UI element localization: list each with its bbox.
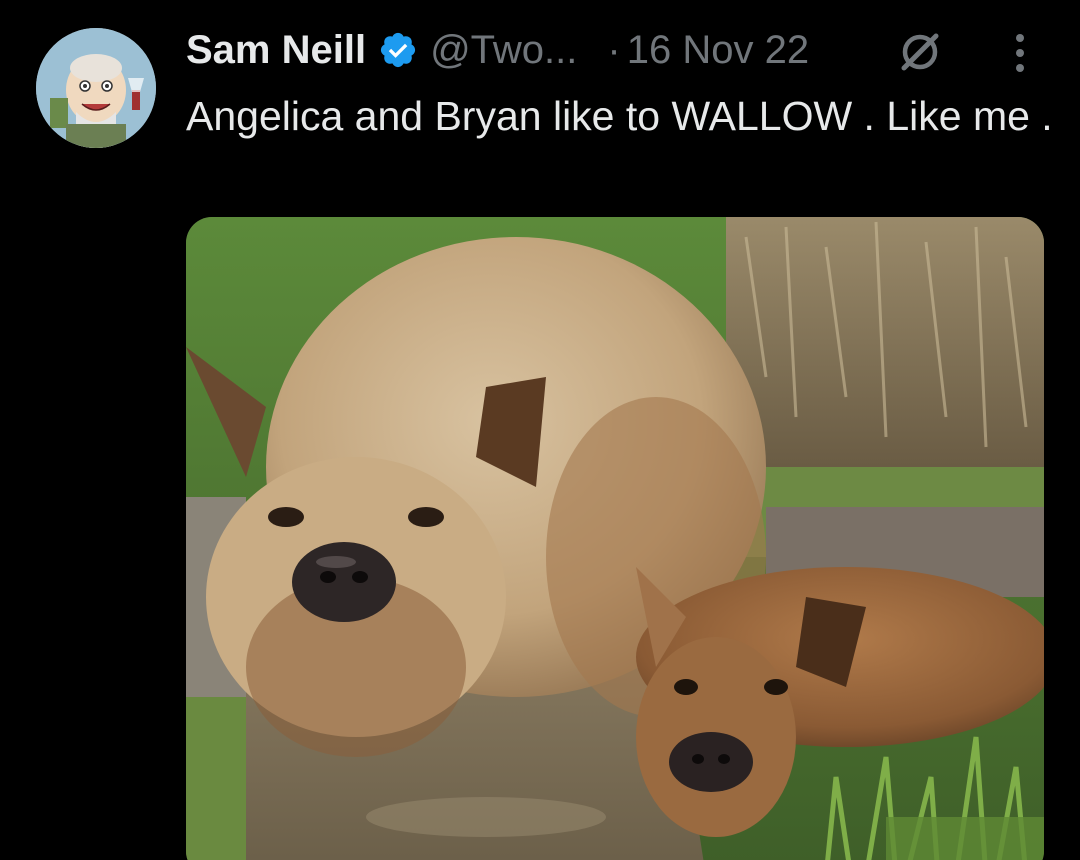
author-display-name[interactable]: Sam Neill (186, 28, 366, 73)
author-handle[interactable]: @Two... (430, 28, 577, 73)
tweet[interactable]: Sam Neill @Two... · 16 Nov 22 Angelica a… (0, 0, 1080, 860)
verified-badge-icon (378, 30, 418, 70)
tweet-date[interactable]: 16 Nov 22 (627, 28, 809, 73)
more-options-icon[interactable] (1004, 30, 1036, 76)
separator-dot: · (607, 27, 621, 72)
pigs-photo-icon (186, 217, 1044, 860)
tweet-media-photo[interactable] (186, 217, 1044, 860)
avatar-caricature-icon (36, 28, 156, 148)
grok-icon[interactable] (896, 28, 944, 76)
tweet-text: Angelica and Bryan like to WALLOW . Like… (186, 93, 1053, 139)
author-avatar[interactable] (36, 28, 156, 148)
tweet-header: Sam Neill @Two... · 16 Nov 22 (186, 22, 809, 78)
